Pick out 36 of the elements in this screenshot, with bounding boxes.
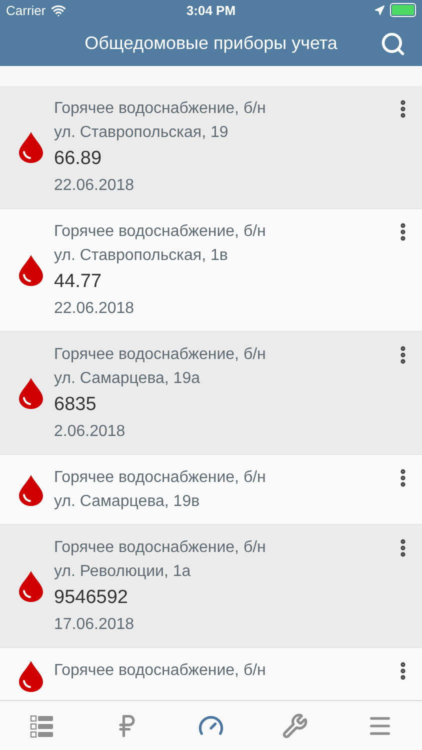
meter-row[interactable]: Горячее водоснабжение, б/н ул. Ставропольская, 19 66.89 22.06.2018 — [0, 86, 422, 209]
meter-reading: 9546592 — [54, 586, 129, 610]
wifi-icon — [50, 2, 66, 18]
meter-address: ул. Самарцева, 19в — [54, 492, 201, 512]
meter-reading: 66.89 — [54, 147, 103, 171]
meter-title: Горячее водоснабжение, б/н — [54, 222, 267, 242]
reading-date: 22.06.2018 — [54, 299, 136, 319]
screen-title: Общедомовые приборы учета — [84, 32, 338, 54]
meter-row[interactable]: Горячее водоснабжение, б/н ул. Самарцева, 19а 6835 2.06.2018 — [0, 332, 422, 455]
drop-icon — [18, 254, 44, 286]
meter-address: ул. Самарцева, 19а — [54, 369, 201, 389]
meter-reading: 44.77 — [54, 270, 103, 294]
carrier-name: Carrier — [6, 2, 46, 18]
reading-date: 17.06.2018 — [54, 615, 136, 635]
drop-icon — [18, 570, 44, 602]
drop-icon — [18, 131, 44, 163]
drop-icon — [18, 377, 44, 409]
meter-title: Горячее водоснабжение, б/н — [54, 345, 267, 365]
meter-address: ул. Революции, 1а — [54, 562, 192, 582]
status-time: 3:04 PM — [186, 2, 236, 18]
list-icon[interactable] — [29, 712, 56, 738]
reading-date: 2.06.2018 — [54, 422, 126, 442]
meter-reading: 6835 — [54, 393, 98, 417]
meter-address: ул. Ставропольская, 19 — [54, 123, 230, 143]
location-icon — [374, 4, 385, 16]
battery-icon — [390, 3, 416, 17]
meter-title: Горячее водоснабжение, б/н — [54, 661, 267, 681]
meter-row[interactable]: Горячее водоснабжение, б/н ул. Революции, 1а 9546592 17.06.2018 — [0, 525, 422, 648]
drop-icon — [18, 660, 44, 692]
reading-date: 22.06.2018 — [54, 176, 136, 196]
meter-address: ул. Ставропольская, 1в — [54, 246, 229, 266]
meter-title: Горячее водоснабжение, б/н — [54, 99, 267, 119]
meter-title: Горячее водоснабжение, б/н — [54, 468, 267, 488]
drop-icon — [18, 474, 44, 506]
wrench-icon[interactable] — [282, 712, 308, 738]
meter-title: Горячее водоснабжение, б/н — [54, 538, 267, 558]
